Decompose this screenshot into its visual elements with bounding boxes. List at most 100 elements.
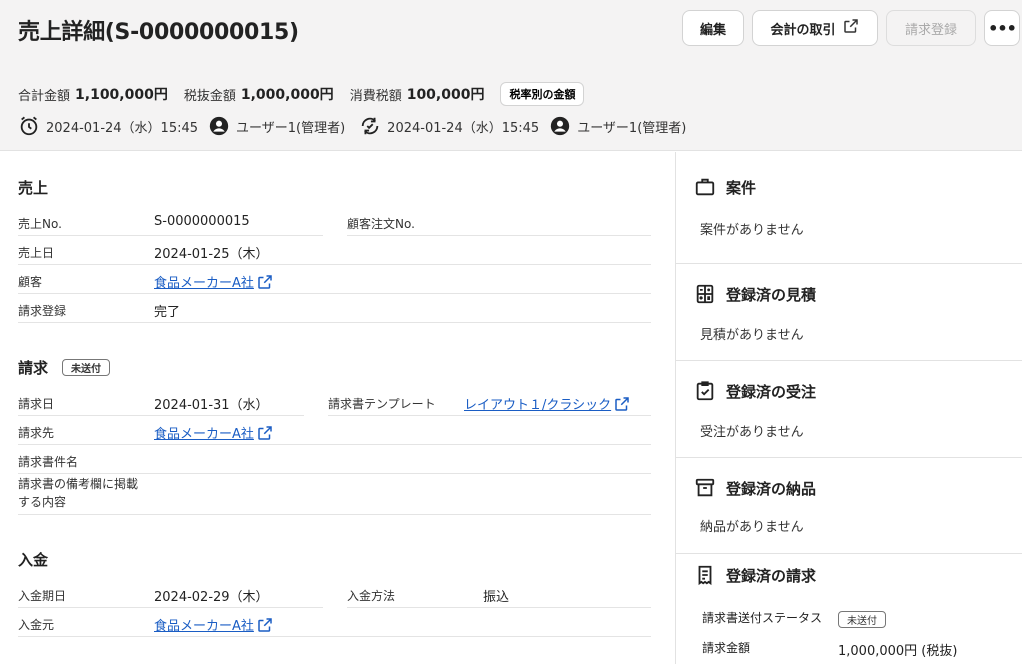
invoice-registration-value: 完了 bbox=[154, 305, 181, 320]
delivery-empty-text: 納品がありません bbox=[700, 520, 804, 535]
alarm-clock-icon bbox=[18, 115, 40, 137]
customer-order-no-label: 顧客注文No. bbox=[347, 217, 415, 231]
invoice-subject-row: 請求書件名 bbox=[18, 445, 651, 474]
briefcase-icon bbox=[695, 178, 715, 196]
external-link-icon bbox=[258, 617, 272, 632]
created-by: ユーザー1(管理者) bbox=[236, 120, 346, 136]
estimate-empty-text: 見積がありません bbox=[700, 328, 804, 343]
edit-button[interactable]: 編集 bbox=[682, 10, 744, 46]
payer-row: 入金元 食品メーカーA社 bbox=[18, 608, 651, 637]
payment-method-label: 入金方法 bbox=[347, 589, 396, 603]
archive-box-icon bbox=[695, 478, 715, 497]
sales-no-label: 売上No. bbox=[18, 217, 62, 231]
billing-date-row: 請求日 2024-01-31（水） bbox=[18, 387, 304, 416]
customer-link-text: 食品メーカーA社 bbox=[154, 276, 254, 291]
bill-to-row: 請求先 食品メーカーA社 bbox=[18, 416, 651, 445]
pretax-amount-label: 税抜金額 bbox=[183, 88, 236, 104]
created-at: 2024-01-24（水）15:45 bbox=[46, 120, 199, 136]
total-amount-value: 1,100,000円 bbox=[75, 87, 168, 103]
billing-status-badge: 未送付 bbox=[62, 359, 111, 376]
invoice-status-label: 請求書送付ステータス bbox=[702, 611, 823, 625]
accounting-transaction-label: 会計の取引 bbox=[770, 22, 836, 38]
payment-due-label: 入金期日 bbox=[18, 589, 67, 603]
invoice-template-row: 請求書テンプレート レイアウト１/クラシック bbox=[328, 387, 651, 416]
calculator-icon bbox=[696, 284, 714, 304]
estimate-section-header: 登録済の見積 bbox=[694, 283, 816, 305]
invoice-section-header: 登録済の請求 bbox=[694, 564, 816, 586]
invoice-register-button[interactable]: 請求登録 bbox=[886, 10, 976, 46]
order-section-header: 登録済の受注 bbox=[694, 380, 816, 402]
bill-to-link-text: 食品メーカーA社 bbox=[154, 427, 254, 442]
external-link-icon bbox=[258, 425, 272, 440]
related-records-panel: 案件 案件がありません 登録済の見積 見積がありません 登録済の受注 受注があり… bbox=[675, 152, 1022, 664]
project-empty-text: 案件がありません bbox=[700, 223, 804, 238]
delivery-section: 登録済の納品 納品がありません bbox=[676, 458, 1022, 554]
invoice-template-link-text: レイアウト１/クラシック bbox=[464, 398, 612, 413]
user-account-icon bbox=[208, 115, 230, 137]
customer-link[interactable]: 食品メーカーA社 bbox=[154, 272, 274, 291]
billing-date-value: 2024-01-31（水） bbox=[154, 398, 269, 413]
invoice-amount-label: 請求金額 bbox=[702, 641, 751, 655]
page-header: 売上詳細(S-0000000015) 編集 会計の取引 請求登録 ••• 合計金… bbox=[0, 0, 1022, 151]
invoice-section-title: 登録済の請求 bbox=[726, 566, 817, 585]
bill-to-label: 請求先 bbox=[18, 426, 55, 440]
payment-method-value: 振込 bbox=[483, 590, 510, 605]
billing-title-text: 請求 bbox=[18, 359, 49, 377]
tax-amount-value: 100,000円 bbox=[406, 87, 485, 103]
clipboard-check-icon bbox=[696, 381, 714, 401]
record-meta: 2024-01-24（水）15:45 ユーザー1(管理者) 2024-01-24… bbox=[18, 115, 696, 137]
invoice-remarks-label-line2: する内容 bbox=[18, 495, 67, 509]
estimate-section-title: 登録済の見積 bbox=[726, 285, 817, 304]
payment-due-row: 入金期日 2024-02-29（木） bbox=[18, 579, 323, 608]
external-link-icon bbox=[615, 396, 629, 411]
sales-section-title: 売上 bbox=[18, 179, 49, 197]
invoice-registration-label: 請求登録 bbox=[18, 304, 67, 318]
totals-summary: 合計金額 1,100,000円 税抜金額 1,000,000円 消費税額 100… bbox=[18, 82, 585, 106]
user-account-icon bbox=[549, 115, 571, 137]
accounting-transaction-button[interactable]: 会計の取引 bbox=[752, 10, 878, 46]
update-sync-icon bbox=[359, 115, 381, 137]
sales-date-row: 売上日 2024-01-25（木） bbox=[18, 236, 651, 265]
payer-link-text: 食品メーカーA社 bbox=[154, 619, 254, 634]
delivery-section-header: 登録済の納品 bbox=[694, 477, 816, 499]
project-section-title: 案件 bbox=[726, 178, 757, 197]
more-actions-button[interactable]: ••• bbox=[984, 10, 1020, 46]
invoice-registration-row: 請求登録 完了 bbox=[18, 294, 651, 323]
invoice-subject-label: 請求書件名 bbox=[18, 455, 79, 469]
updated-at: 2024-01-24（水）15:45 bbox=[387, 120, 540, 136]
pretax-amount-value: 1,000,000円 bbox=[240, 87, 334, 103]
order-section: 登録済の受注 受注がありません bbox=[676, 361, 1022, 458]
customer-order-no-row: 顧客注文No. bbox=[347, 207, 651, 236]
sales-no-row: 売上No. S-0000000015 bbox=[18, 207, 323, 236]
payer-link[interactable]: 食品メーカーA社 bbox=[154, 615, 274, 634]
tax-by-rate-button[interactable]: 税率別の金額 bbox=[500, 82, 585, 106]
order-section-title: 登録済の受注 bbox=[726, 382, 817, 401]
order-empty-text: 受注がありません bbox=[700, 425, 804, 440]
sales-no-value: S-0000000015 bbox=[154, 214, 250, 229]
invoice-status-badge: 未送付 bbox=[838, 611, 886, 628]
billing-date-label: 請求日 bbox=[18, 397, 55, 411]
project-section-header: 案件 bbox=[694, 176, 756, 198]
estimate-section: 登録済の見積 見積がありません bbox=[676, 264, 1022, 361]
invoice-remarks-row: 請求書の備考欄に掲載 する内容 bbox=[18, 474, 651, 515]
total-amount-label: 合計金額 bbox=[18, 88, 71, 104]
customer-label: 顧客 bbox=[18, 275, 43, 289]
receipt-icon bbox=[698, 565, 712, 586]
more-horizontal-icon: ••• bbox=[988, 18, 1017, 38]
project-section: 案件 案件がありません bbox=[676, 152, 1022, 264]
tax-amount-label: 消費税額 bbox=[349, 88, 402, 104]
invoice-remarks-label-line1: 請求書の備考欄に掲載 bbox=[18, 477, 139, 491]
billing-section-title: 請求 未送付 bbox=[18, 357, 111, 378]
invoice-section: 登録済の請求 請求書送付ステータス 未送付 請求金額 1,000,000円 (税… bbox=[676, 554, 1022, 664]
bill-to-link[interactable]: 食品メーカーA社 bbox=[154, 423, 274, 442]
payment-due-value: 2024-02-29（木） bbox=[154, 590, 269, 605]
payment-section-title: 入金 bbox=[18, 551, 49, 569]
payer-label: 入金元 bbox=[18, 618, 55, 632]
sales-date-label: 売上日 bbox=[18, 246, 55, 260]
invoice-template-link[interactable]: レイアウト１/クラシック bbox=[464, 394, 631, 413]
sales-date-value: 2024-01-25（木） bbox=[154, 247, 269, 262]
invoice-template-label: 請求書テンプレート bbox=[328, 397, 436, 411]
delivery-section-title: 登録済の納品 bbox=[726, 479, 817, 498]
customer-row: 顧客 食品メーカーA社 bbox=[18, 265, 651, 294]
payment-method-row: 入金方法 振込 bbox=[347, 579, 651, 608]
